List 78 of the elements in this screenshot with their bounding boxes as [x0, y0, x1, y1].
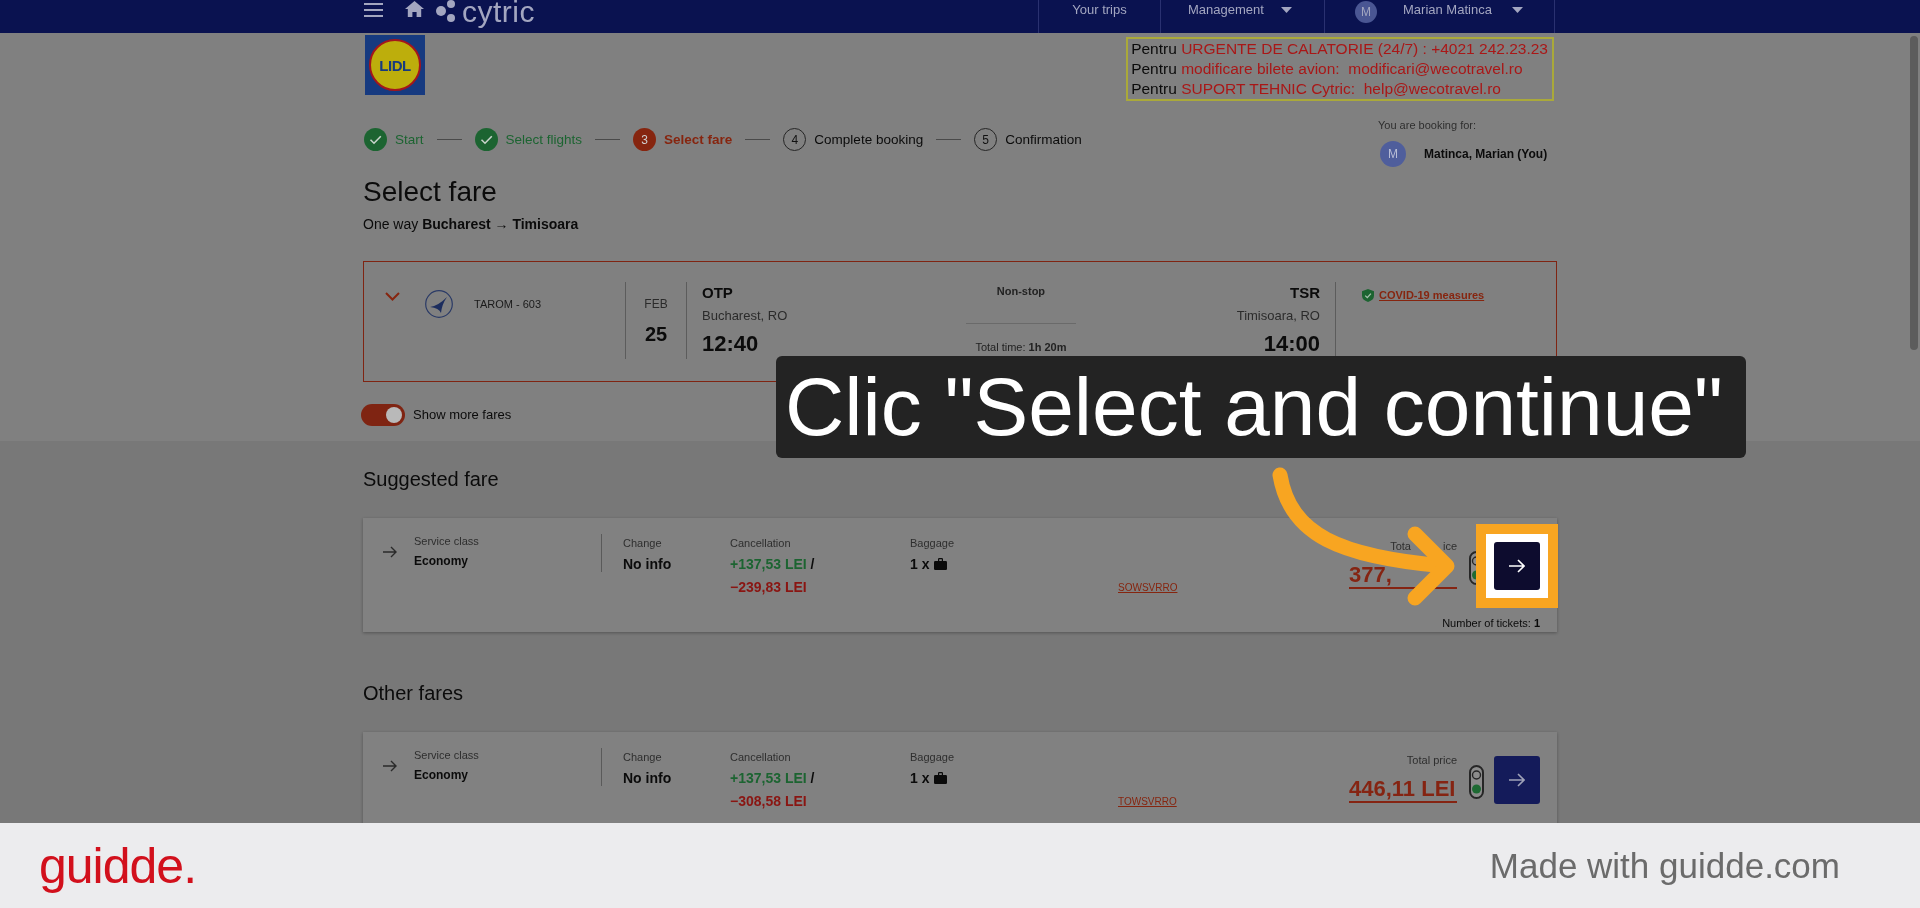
baggage-label: Baggage [910, 536, 956, 550]
traveler-avatar: M [1380, 141, 1406, 167]
section-heading: Suggested fare [363, 467, 500, 491]
cancellation-label: Cancellation [730, 536, 792, 550]
section-heading: Other fares [363, 681, 465, 705]
home-icon[interactable] [405, 1, 424, 17]
cancellation-fee: −239,83 LEI [730, 578, 808, 596]
total-price-label: Tota [1390, 539, 1411, 553]
arrow-right-icon[interactable] [383, 546, 397, 558]
tutorial-caption: Clic "Select and continue" [776, 356, 1746, 458]
route-summary: One way Bucharest → Timisoara [363, 215, 580, 233]
total-price-label: ice [1442, 539, 1457, 553]
suitcase-icon [934, 772, 948, 784]
chevron-down-icon[interactable] [385, 292, 400, 301]
step-label: Select fare [664, 131, 733, 148]
airport-code: TSR [1290, 283, 1320, 303]
ticket-count: Number of tickets: 1 [1442, 616, 1540, 630]
scrollbar-thumb[interactable] [1910, 36, 1918, 350]
cancellation-refund: +137,53 LEI / [730, 555, 816, 573]
step-number: 3 [633, 128, 657, 151]
total-price: 377, [1349, 563, 1392, 587]
airport-city: Bucharest, RO [702, 307, 788, 325]
flight-month: FEB [644, 297, 668, 311]
flight-number: TAROM - 603 [474, 298, 542, 310]
cancellation-fee: −308,58 LEI [730, 792, 808, 810]
contact-line: Pentru SUPORT TEHNIC Cytric: help@wecotravel.ro [1131, 79, 1502, 99]
suitcase-icon [934, 558, 948, 570]
step-label: Select flights [505, 131, 583, 148]
service-class-value: Economy [414, 553, 469, 569]
airport-code: OTP [702, 283, 733, 303]
nav-link[interactable]: Your trips [1072, 2, 1127, 18]
service-class-label: Service class [414, 534, 480, 548]
baggage-count: 1 x [910, 555, 930, 573]
baggage-label: Baggage [910, 750, 956, 764]
departure-time: 12:40 [702, 333, 759, 355]
service-class-value: Economy [414, 767, 469, 783]
caret-icon [1280, 7, 1292, 13]
traffic-light-icon [1469, 765, 1484, 799]
credit-text: Made with guidde.com [1489, 845, 1840, 886]
contact-line: Pentru URGENTE DE CALATORIE (24/7) : +4021 242.23.23 [1131, 39, 1548, 59]
airport-city: Timisoara, RO [1236, 307, 1320, 325]
baggage-count: 1 x [910, 769, 930, 787]
arrow-right-icon[interactable] [383, 760, 397, 772]
user-avatar: M [1355, 1, 1377, 23]
step-label: Confirmation [1005, 131, 1082, 148]
change-label: Change [623, 536, 663, 550]
total-price: 446,11 LEI [1349, 777, 1456, 801]
bird-emblem-icon [425, 290, 453, 318]
change-label: Change [623, 750, 663, 764]
dots-logo-icon [436, 0, 456, 22]
booking-for-label: You are booking for: [1378, 118, 1478, 132]
nav-dropdown[interactable]: Management [1188, 2, 1292, 18]
guidde-logo: guidde. [39, 837, 197, 894]
step-label: Complete booking [814, 131, 924, 148]
company-logo: LIDL [365, 35, 425, 95]
contact-line: Pentru modificare bilete avion: modificari@wecotravel.ro [1131, 59, 1524, 79]
arrow-right-icon [1509, 773, 1525, 787]
toggle-label: Show more fares [413, 407, 512, 423]
arrow-right-icon [1509, 559, 1525, 573]
stops-label: Non-stop [996, 284, 1046, 298]
shield-check-icon [1362, 288, 1374, 302]
change-value: No info [623, 555, 673, 573]
arrival-time: 14:00 [1263, 333, 1320, 355]
cancellation-label: Cancellation [730, 750, 792, 764]
select-button[interactable] [1494, 542, 1540, 590]
flight-day: 25 [644, 322, 668, 346]
cancellation-refund: +137,53 LEI / [730, 769, 816, 787]
caret-icon [1511, 7, 1523, 13]
change-value: No info [623, 769, 673, 787]
user-menu-button[interactable]: Marian Matinca [1403, 2, 1523, 18]
total-time: Total time: 1h 20m [975, 340, 1067, 354]
step-label: Start [395, 131, 424, 148]
traveler-name: Matinca, Marian (You) [1424, 147, 1548, 161]
service-class-label: Service class [414, 748, 480, 762]
total-price-label: Total price [1406, 753, 1457, 767]
toggle-switch[interactable] [361, 404, 405, 426]
page-title: Select fare [363, 176, 498, 208]
menu-icon[interactable] [364, 3, 383, 17]
